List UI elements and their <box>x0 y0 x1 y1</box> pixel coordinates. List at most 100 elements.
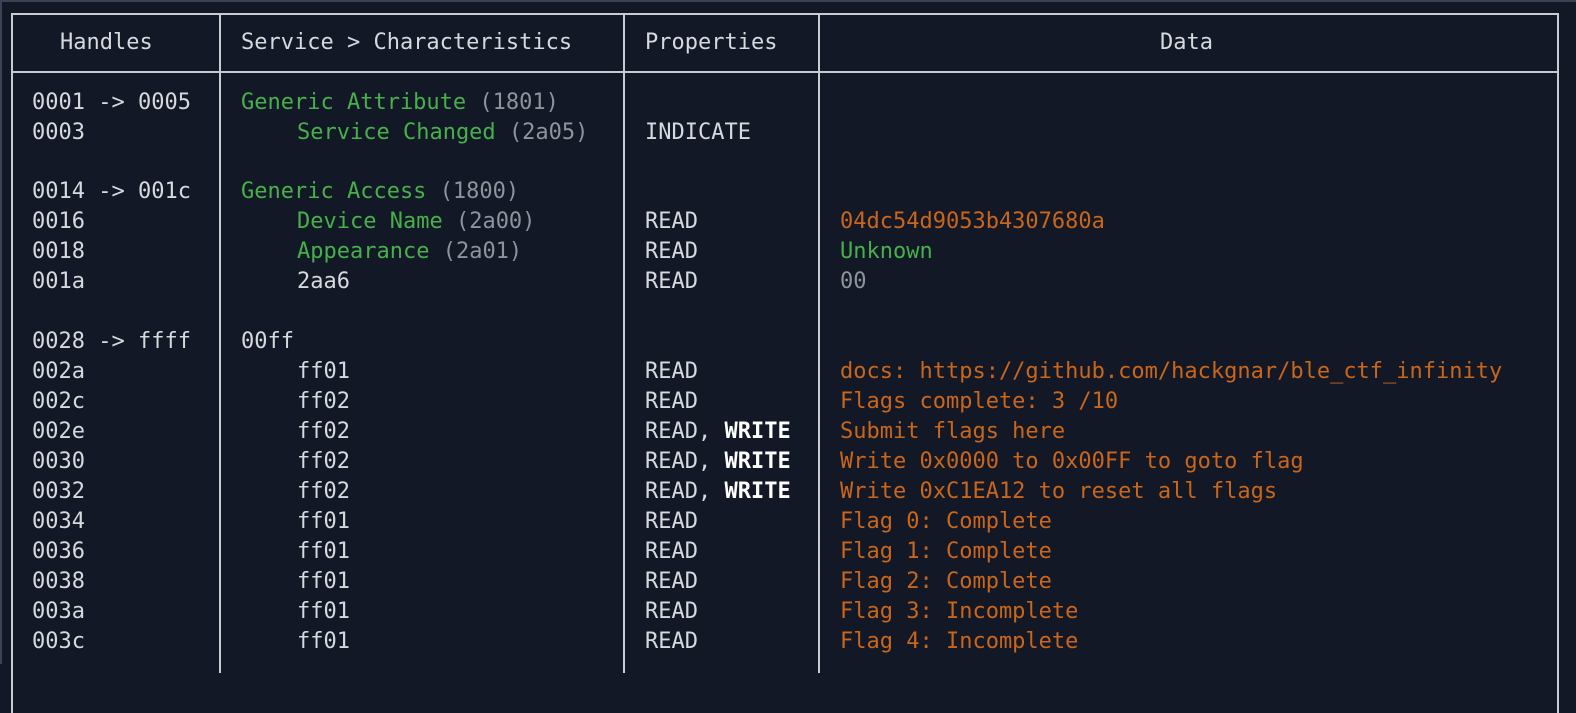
data-value: Flag 0: Complete <box>840 509 1052 534</box>
header-service: Service > Characteristics <box>241 30 573 55</box>
characteristic-label: ff01 <box>297 357 350 387</box>
service-label: Generic Access (1800) <box>241 177 519 207</box>
properties-cell: READ, WRITE <box>645 477 791 507</box>
characteristic-name: Service Changed <box>297 120 496 145</box>
characteristic-label: Service Changed (2a05) <box>297 118 588 148</box>
property-read: READ <box>645 359 698 384</box>
row-handle: 002a <box>32 359 85 384</box>
properties-cell: READ <box>645 507 698 537</box>
properties-cell: READ, WRITE <box>645 417 791 447</box>
property-read: READ <box>645 209 698 234</box>
characteristic-name: ff01 <box>297 509 350 534</box>
data-value: Write 0x0000 to 0x00FF to goto flag <box>840 449 1304 474</box>
terminal-left-border <box>0 0 2 664</box>
data-value: Flag 2: Complete <box>840 569 1052 594</box>
characteristic-label: ff01 <box>297 597 350 627</box>
row-handle: 0038 <box>32 569 85 594</box>
characteristic-name: ff01 <box>297 359 350 384</box>
row-handle: 003a <box>32 599 85 624</box>
row-handle: 0016 <box>32 209 85 234</box>
characteristic-name: ff02 <box>297 389 350 414</box>
characteristic-label: ff02 <box>297 387 350 417</box>
characteristic-name: ff01 <box>297 629 350 654</box>
properties-cell: READ <box>645 237 698 267</box>
row-handle: 0032 <box>32 479 85 504</box>
row-handle: 003c <box>32 629 85 654</box>
property-read: READ <box>645 629 698 654</box>
characteristic-label: ff02 <box>297 417 350 447</box>
row-handle: 0018 <box>32 239 85 264</box>
property-read: READ, <box>645 479 725 504</box>
properties-cell: READ <box>645 207 698 237</box>
row-handle: 0034 <box>32 509 85 534</box>
row-handle: 002c <box>32 389 85 414</box>
properties-cell: READ <box>645 567 698 597</box>
properties-cell: READ <box>645 357 698 387</box>
properties-cell: READ <box>645 537 698 567</box>
characteristic-label: ff01 <box>297 537 350 567</box>
properties-cell: READ <box>645 627 698 657</box>
header-data: Data <box>1160 30 1213 55</box>
data-value: Flag 1: Complete <box>840 539 1052 564</box>
property-read: READ, <box>645 449 725 474</box>
characteristic-name: ff02 <box>297 479 350 504</box>
property-read: READ <box>645 239 698 264</box>
header-properties: Properties <box>645 30 778 55</box>
properties-cell: READ <box>645 267 698 297</box>
row-handle: 0030 <box>32 449 85 474</box>
service-name: 00ff <box>241 329 294 354</box>
property-read: READ <box>645 509 698 534</box>
header-divider <box>11 71 1559 73</box>
characteristic-label: ff02 <box>297 447 350 477</box>
data-value: Unknown <box>840 239 933 264</box>
row-handle: 001a <box>32 269 85 294</box>
characteristic-label: Appearance (2a01) <box>297 237 522 267</box>
data-value: docs: https://github.com/hackgnar/ble_ct… <box>840 359 1503 384</box>
row-handle: 002e <box>32 419 85 444</box>
row-handle: 0036 <box>32 539 85 564</box>
property-read: READ, <box>645 419 725 444</box>
characteristic-name: ff01 <box>297 539 350 564</box>
column-divider <box>623 13 625 673</box>
uuid-label: (2a00) <box>455 209 536 234</box>
row-handle: 0003 <box>32 120 85 145</box>
property-read: READ <box>645 269 698 294</box>
row-handle: 0001 -> 0005 <box>32 90 191 115</box>
characteristic-label: 2aa6 <box>297 267 350 297</box>
data-value: Submit flags here <box>840 419 1066 444</box>
service-name: Generic Attribute <box>241 90 467 115</box>
properties-cell: READ, WRITE <box>645 447 791 477</box>
property-read: READ <box>645 389 698 414</box>
data-value: 00 <box>840 269 867 294</box>
row-handle: 0028 -> ffff <box>32 329 191 354</box>
property-read: INDICATE <box>645 120 751 145</box>
characteristic-name: ff01 <box>297 599 350 624</box>
data-value: Flags complete: 3 /10 <box>840 389 1119 414</box>
service-name: Generic Access <box>241 179 427 204</box>
properties-cell: READ <box>645 597 698 627</box>
column-divider <box>818 13 820 673</box>
uuid-label: (2a01) <box>442 239 523 264</box>
header-handles: Handles <box>60 30 153 55</box>
column-divider <box>219 13 221 673</box>
characteristic-label: ff01 <box>297 567 350 597</box>
characteristic-name: ff02 <box>297 419 350 444</box>
characteristic-name: Device Name <box>297 209 443 234</box>
properties-cell: INDICATE <box>645 118 751 148</box>
property-read: READ <box>645 539 698 564</box>
characteristic-label: ff02 <box>297 477 350 507</box>
service-label: Generic Attribute (1801) <box>241 88 559 118</box>
property-read: READ <box>645 569 698 594</box>
characteristic-name: 2aa6 <box>297 269 350 294</box>
characteristic-name: Appearance <box>297 239 430 264</box>
data-value: 04dc54d9053b4307680a <box>840 209 1105 234</box>
property-write: WRITE <box>724 449 791 474</box>
characteristic-name: ff02 <box>297 449 350 474</box>
characteristic-label: Device Name (2a00) <box>297 207 535 237</box>
characteristic-name: ff01 <box>297 569 350 594</box>
data-value: Write 0xC1EA12 to reset all flags <box>840 479 1278 504</box>
characteristic-label: ff01 <box>297 507 350 537</box>
property-read: READ <box>645 599 698 624</box>
uuid-label: (1801) <box>479 90 559 115</box>
uuid-label: (2a05) <box>508 120 589 145</box>
